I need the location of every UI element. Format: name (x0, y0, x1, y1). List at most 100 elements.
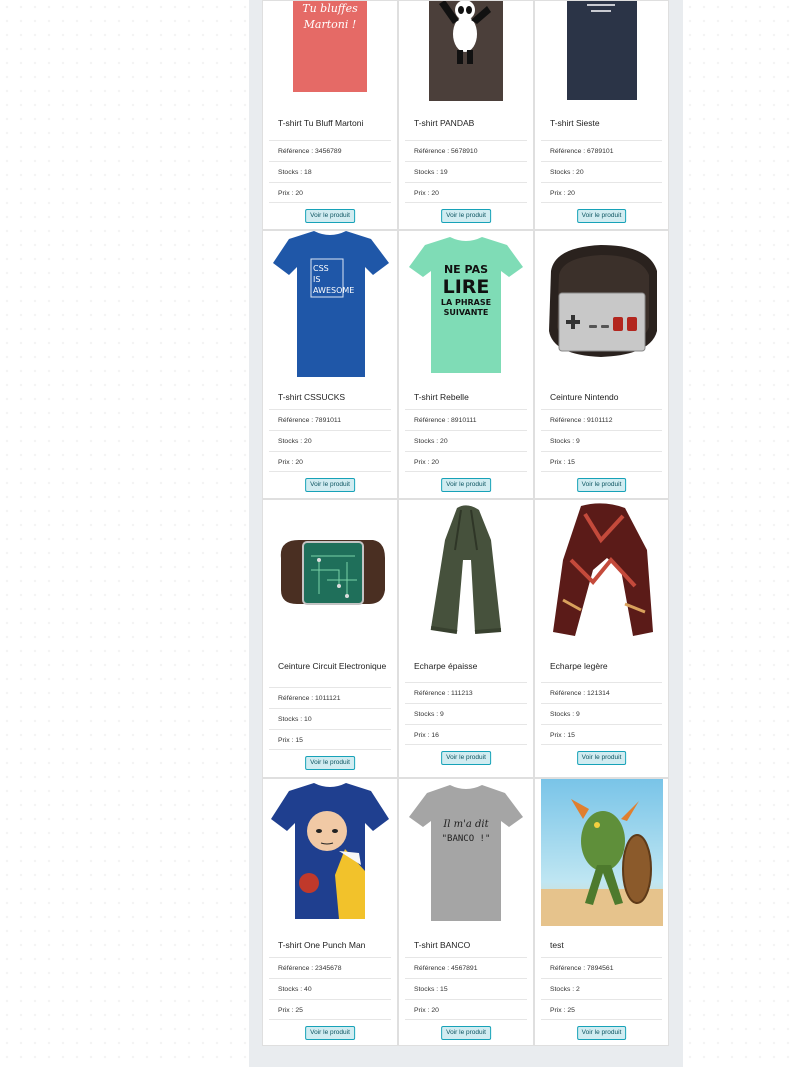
view-product-button[interactable]: Voir le produit (576, 1026, 627, 1040)
product-price: Prix : 20 (405, 451, 527, 472)
view-product-button[interactable]: Voir le produit (441, 209, 491, 223)
product-card: T-shirt One Punch Man Référence : 234567… (262, 778, 398, 1046)
product-stocks: Stocks : 15 (405, 978, 527, 999)
product-title: Ceinture Nintendo (550, 392, 619, 402)
page-background-left (0, 0, 249, 1067)
product-reference: Référence : 8910111 (405, 409, 527, 430)
product-title: T-shirt CSSUCKS (278, 392, 346, 402)
view-product-button[interactable]: Voir le produit (305, 209, 355, 223)
product-price: Prix : 15 (541, 451, 662, 472)
product-card: Tu bluffes Martoni ! T-shirt Tu Bluff Ma… (262, 0, 398, 230)
product-price: Prix : 15 (541, 724, 662, 745)
product-stocks: Stocks : 20 (405, 430, 527, 451)
product-reference: Référence : 5678910 (405, 140, 527, 161)
product-image-scarf-green[interactable] (405, 500, 527, 647)
product-image-belt-nintendo[interactable] (541, 231, 663, 378)
view-product-button[interactable]: Voir le produit (576, 209, 627, 223)
product-reference: Référence : 6789101 (541, 140, 662, 161)
product-details-list: Référence : 2345678 Stocks : 40 Prix : 2… (269, 957, 391, 1020)
product-title: T-shirt Sieste (550, 118, 600, 128)
product-stocks: Stocks : 40 (269, 978, 391, 999)
product-image-tshirt-onepunch[interactable] (269, 779, 391, 926)
product-card: T-shirt Sieste Référence : 6789101 Stock… (534, 0, 669, 230)
product-price: Prix : 25 (541, 999, 662, 1020)
product-image-scarf-red[interactable] (541, 500, 663, 647)
product-card: Ceinture Circuit Electronique Référence … (262, 499, 398, 778)
product-details-list: Référence : 3456789 Stocks : 18 Prix : 2… (269, 140, 391, 203)
product-title: Echarpe legère (550, 661, 608, 671)
product-stocks: Stocks : 20 (541, 161, 662, 182)
product-card: Ceinture Nintendo Référence : 9101112 St… (534, 230, 669, 499)
product-price: Prix : 16 (405, 724, 527, 745)
product-card: Echarpe legère Référence : 121314 Stocks… (534, 499, 669, 778)
product-stocks: Stocks : 2 (541, 978, 662, 999)
product-stocks: Stocks : 20 (269, 430, 391, 451)
product-image-tshirt-navy[interactable] (541, 1, 663, 101)
product-price: Prix : 20 (269, 182, 391, 203)
product-reference: Référence : 1011121 (269, 687, 391, 708)
product-image-belt-circuit[interactable] (269, 500, 391, 647)
product-stocks: Stocks : 9 (405, 703, 527, 724)
product-price: Prix : 20 (405, 182, 527, 203)
tshirt-print-line-2: Martoni ! (303, 18, 357, 31)
view-product-button[interactable]: Voir le produit (441, 1026, 491, 1040)
page-background-right (683, 0, 800, 1067)
product-price: Prix : 15 (269, 729, 391, 750)
product-reference: Référence : 7891011 (269, 409, 391, 430)
view-product-button[interactable]: Voir le produit (441, 478, 491, 492)
product-card: NE PAS LIRE LA PHRASE SUIVANTE T-shirt R… (398, 230, 534, 499)
view-product-button[interactable]: Voir le produit (305, 1026, 355, 1040)
product-price: Prix : 20 (269, 451, 391, 472)
product-details-list: Référence : 5678910 Stocks : 19 Prix : 2… (405, 140, 527, 203)
tshirt-print-line-4: SUIVANTE (444, 308, 489, 317)
product-grid: Tu bluffes Martoni ! T-shirt Tu Bluff Ma… (262, 0, 669, 1046)
tshirt-print-line-1: Tu bluffes (302, 2, 358, 15)
tshirt-print-line-3: LA PHRASE (441, 298, 491, 307)
product-details-list: Référence : 8910111 Stocks : 20 Prix : 2… (405, 409, 527, 472)
tshirt-print-line-1: CSS (313, 264, 329, 273)
view-product-button[interactable]: Voir le produit (305, 756, 355, 770)
view-product-button[interactable]: Voir le produit (576, 751, 627, 765)
product-image-tshirt-blue[interactable]: CSS IS AWESOME (269, 231, 391, 378)
view-product-button[interactable]: Voir le produit (576, 478, 627, 492)
product-details-list: Référence : 7891011 Stocks : 20 Prix : 2… (269, 409, 391, 472)
product-details-list: Référence : 7894561 Stocks : 2 Prix : 25 (541, 957, 662, 1020)
product-title: T-shirt Tu Bluff Martoni (278, 118, 364, 128)
product-details-list: Référence : 6789101 Stocks : 20 Prix : 2… (541, 140, 662, 203)
product-image-tshirt-mint[interactable]: NE PAS LIRE LA PHRASE SUIVANTE (405, 231, 527, 378)
product-reference: Référence : 7894561 (541, 957, 662, 978)
product-image-tshirt-grey[interactable]: Il m'a dit "BANCO !" (405, 779, 527, 926)
product-reference: Référence : 9101112 (541, 409, 662, 430)
view-product-button[interactable]: Voir le produit (441, 751, 491, 765)
product-title: T-shirt PANDAB (414, 118, 475, 128)
product-stocks: Stocks : 9 (541, 430, 662, 451)
product-card: CSS IS AWESOME T-shirt CSSUCKS Référence… (262, 230, 398, 499)
product-image-tshirt-red[interactable]: Tu bluffes Martoni ! (269, 1, 391, 101)
product-reference: Référence : 3456789 (269, 140, 391, 161)
product-image-test-creature[interactable] (541, 779, 663, 926)
tshirt-print-line-2: IS (313, 275, 320, 284)
product-card: Il m'a dit "BANCO !" T-shirt BANCO Référ… (398, 778, 534, 1046)
product-title: test (550, 940, 564, 950)
product-details-list: Référence : 111213 Stocks : 9 Prix : 16 (405, 682, 527, 745)
product-details-list: Référence : 121314 Stocks : 9 Prix : 15 (541, 682, 662, 745)
product-reference: Référence : 4567891 (405, 957, 527, 978)
tshirt-print-line-1: NE PAS (444, 263, 488, 276)
product-price: Prix : 20 (541, 182, 662, 203)
product-price: Prix : 20 (405, 999, 527, 1020)
product-image-tshirt-panda[interactable] (405, 1, 527, 101)
product-card: Echarpe épaisse Référence : 111213 Stock… (398, 499, 534, 778)
product-stocks: Stocks : 19 (405, 161, 527, 182)
product-title: T-shirt BANCO (414, 940, 471, 950)
tshirt-print-line-1: Il m'a dit (442, 819, 489, 830)
product-title: Ceinture Circuit Electronique (278, 661, 387, 671)
view-product-button[interactable]: Voir le produit (305, 478, 355, 492)
product-price: Prix : 25 (269, 999, 391, 1020)
product-reference: Référence : 121314 (541, 682, 662, 703)
product-title: T-shirt One Punch Man (278, 940, 366, 950)
tshirt-print-line-2: LIRE (443, 276, 490, 298)
product-stocks: Stocks : 9 (541, 703, 662, 724)
product-card: T-shirt PANDAB Référence : 5678910 Stock… (398, 0, 534, 230)
product-reference: Référence : 2345678 (269, 957, 391, 978)
product-details-list: Référence : 1011121 Stocks : 10 Prix : 1… (269, 687, 391, 750)
